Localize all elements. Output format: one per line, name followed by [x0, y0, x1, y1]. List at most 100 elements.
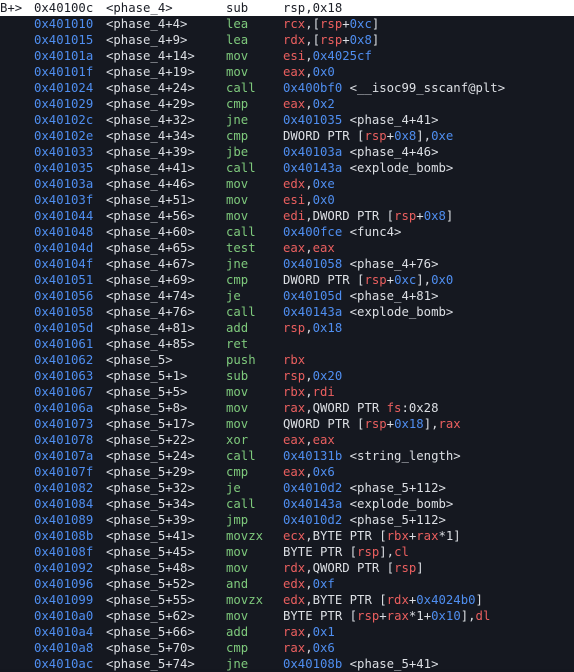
instruction-address: 0x40100c	[34, 1, 94, 15]
symbol-offset: <phase_4+81>	[106, 321, 195, 335]
operand-text: <phase_4+81>	[342, 289, 439, 303]
immediate-token: 0x401035	[283, 113, 343, 127]
operand-text: <explode_bomb>	[342, 305, 454, 319]
instruction-line[interactable]: 0x401033 <phase_4+39> jbe 0x40103a <phase_4…	[0, 144, 574, 160]
instruction-mnemonic: add	[226, 625, 249, 639]
instruction-line[interactable]: 0x401051 <phase_4+69> cmp DWORD PTR [rsp+0x…	[0, 272, 574, 288]
instruction-line[interactable]: 0x4010a0 <phase_5+62> mov BYTE PTR [rsp+rax…	[0, 608, 574, 624]
instruction-address: 0x40107f	[34, 465, 94, 479]
immediate-token: 0x2	[312, 97, 335, 111]
register-token: rsp	[364, 273, 387, 287]
register-token: rax	[416, 529, 439, 543]
instruction-line[interactable]: 0x4010a4 <phase_5+66> add rax,0x1	[0, 624, 574, 640]
instruction-line[interactable]: 0x401078 <phase_5+22> xor eax,eax	[0, 432, 574, 448]
instruction-address: 0x40103a	[34, 177, 94, 191]
instruction-line[interactable]: 0x40103a <phase_4+46> mov edx,0xe	[0, 176, 574, 192]
register-token: eax	[283, 65, 306, 79]
instruction-mnemonic: cmp	[226, 97, 249, 111]
operand-text: <phase_4+46>	[342, 145, 439, 159]
symbol-offset: <phase_5+24>	[106, 449, 195, 463]
instruction-line[interactable]: 0x401061 <phase_4+85> ret	[0, 336, 574, 352]
operand-text: +	[386, 273, 395, 287]
symbol-offset: <phase_5+48>	[106, 561, 195, 575]
operand-text: :0x28	[401, 401, 439, 415]
symbol-offset: <phase_4+85>	[106, 337, 195, 351]
symbol-offset: <phase_5+22>	[106, 433, 195, 447]
instruction-line[interactable]: 0x401096 <phase_5+52> and edx,0xf	[0, 576, 574, 592]
instruction-line[interactable]: 0x4010ac <phase_5+74> jne 0x40108b <phase_5…	[0, 656, 574, 672]
operand-text: ],	[460, 609, 476, 623]
instruction-line[interactable]: 0x401044 <phase_4+56> mov edi,DWORD PTR [rs…	[0, 208, 574, 224]
instruction-line[interactable]: 0x401082 <phase_5+32> je 0x4010d2 <phase_5+…	[0, 480, 574, 496]
instruction-address: 0x401051	[34, 273, 94, 287]
instruction-mnemonic: movzx	[226, 529, 264, 543]
instruction-address: 0x40102e	[34, 129, 94, 143]
instruction-line[interactable]: 0x40104f <phase_4+67> jne 0x401058 <phase_4…	[0, 256, 574, 272]
register-token: eax	[312, 241, 335, 255]
instruction-line[interactable]: 0x401099 <phase_5+55> movzx edx,BYTE PTR [r…	[0, 592, 574, 608]
instruction-line[interactable]: 0x4010a8 <phase_5+70> cmp rax,0x6	[0, 640, 574, 656]
instruction-operands: edx,0xe	[283, 176, 335, 192]
instruction-line[interactable]: 0x40108f <phase_5+45> mov BYTE PTR [rsp],cl	[0, 544, 574, 560]
symbol-offset: <phase_5+17>	[106, 417, 195, 431]
instruction-line[interactable]: 0x401024 <phase_4+24> call 0x400bf0 <__isoc…	[0, 80, 574, 96]
immediate-token: 0x40105d	[283, 289, 343, 303]
instruction-line[interactable]: 0x401067 <phase_5+5> mov rbx,rdi	[0, 384, 574, 400]
symbol-offset: <phase_4+4>	[106, 17, 188, 31]
operand-text: +	[342, 33, 350, 47]
immediate-token: 0x20	[312, 369, 343, 383]
operand-text: ,	[305, 65, 313, 79]
instruction-line[interactable]: 0x40102e <phase_4+34> cmp DWORD PTR [rsp+0x…	[0, 128, 574, 144]
symbol-offset: <phase_4+32>	[106, 113, 195, 127]
instruction-mnemonic: jne	[226, 257, 249, 271]
instruction-operands: eax,eax	[283, 432, 335, 448]
instruction-line[interactable]: 0x401056 <phase_4+74> je 0x40105d <phase_4+…	[0, 288, 574, 304]
instruction-address: 0x401089	[34, 513, 94, 527]
instruction-line[interactable]: 0x401062 <phase_5> push rbx	[0, 352, 574, 368]
immediate-token: 0x0	[312, 65, 335, 79]
instruction-mnemonic: mov	[226, 193, 249, 207]
symbol-offset: <phase_5+52>	[106, 577, 195, 591]
instruction-line[interactable]: 0x40106a <phase_5+8> mov rax,QWORD PTR fs:0…	[0, 400, 574, 416]
instruction-line[interactable]: 0x40101a <phase_4+14> mov esi,0x4025cf	[0, 48, 574, 64]
instruction-line[interactable]: 0x401084 <phase_5+34> call 0x40143a <explod…	[0, 496, 574, 512]
symbol-offset: <phase_5+55>	[106, 593, 195, 607]
instruction-line[interactable]: 0x401073 <phase_5+17> mov QWORD PTR [rsp+0x…	[0, 416, 574, 432]
instruction-line[interactable]: 0x401035 <phase_4+41> call 0x40143a <explod…	[0, 160, 574, 176]
immediate-token: 0x18	[312, 321, 343, 335]
operand-text: BYTE PTR [	[283, 545, 358, 559]
current-instruction-line[interactable]: B+> 0x40100c <phase_4> sub rsp,0x18	[0, 0, 574, 16]
instruction-line[interactable]: 0x401010 <phase_4+4> lea rcx,[rsp+0xc]	[0, 16, 574, 32]
operand-text: ,	[305, 641, 313, 655]
immediate-token: 0x400bf0	[283, 81, 343, 95]
symbol-offset: <phase_5+45>	[106, 545, 195, 559]
operand-text: <phase_4+41>	[342, 113, 439, 127]
instruction-operands: 0x4010d2 <phase_5+112>	[283, 480, 446, 496]
symbol-offset: <phase_5+8>	[106, 401, 188, 415]
instruction-address: 0x401024	[34, 81, 94, 95]
instruction-address: 0x4010a4	[34, 625, 94, 639]
instruction-address: 0x40108f	[34, 545, 94, 559]
instruction-line[interactable]: 0x40105d <phase_4+81> add rsp,0x18	[0, 320, 574, 336]
instruction-line[interactable]: 0x401058 <phase_4+76> call 0x40143a <explod…	[0, 304, 574, 320]
operand-text: ,QWORD PTR	[305, 401, 387, 415]
instruction-line[interactable]: 0x401089 <phase_5+39> jmp 0x4010d2 <phase_5…	[0, 512, 574, 528]
instruction-operands: eax,0x0	[283, 64, 335, 80]
instruction-line[interactable]: 0x40102c <phase_4+32> jne 0x401035 <phase_4…	[0, 112, 574, 128]
instruction-line[interactable]: 0x401048 <phase_4+60> call 0x400fce <func4>	[0, 224, 574, 240]
instruction-line[interactable]: 0x401029 <phase_4+29> cmp eax,0x2	[0, 96, 574, 112]
register-token: edx	[283, 177, 306, 191]
instruction-line[interactable]: 0x40108b <phase_5+41> movzx ecx,BYTE PTR [r…	[0, 528, 574, 544]
instruction-line[interactable]: 0x40104d <phase_4+65> test eax,eax	[0, 240, 574, 256]
register-token: rbx	[283, 385, 306, 399]
instruction-line[interactable]: 0x40107f <phase_5+29> cmp eax,0x6	[0, 464, 574, 480]
symbol-offset: <phase_4+67>	[106, 257, 195, 271]
instruction-line[interactable]: 0x401063 <phase_5+1> sub rsp,0x20	[0, 368, 574, 384]
instruction-line[interactable]: 0x401092 <phase_5+48> mov rdx,QWORD PTR [rs…	[0, 560, 574, 576]
instruction-mnemonic: and	[226, 577, 249, 591]
instruction-line[interactable]: 0x401015 <phase_4+9> lea rdx,[rsp+0x8]	[0, 32, 574, 48]
instruction-operands: 0x40105d <phase_4+81>	[283, 288, 438, 304]
instruction-line[interactable]: 0x40103f <phase_4+51> mov esi,0x0	[0, 192, 574, 208]
instruction-line[interactable]: 0x40101f <phase_4+19> mov eax,0x0	[0, 64, 574, 80]
instruction-line[interactable]: 0x40107a <phase_5+24> call 0x40131b <string…	[0, 448, 574, 464]
